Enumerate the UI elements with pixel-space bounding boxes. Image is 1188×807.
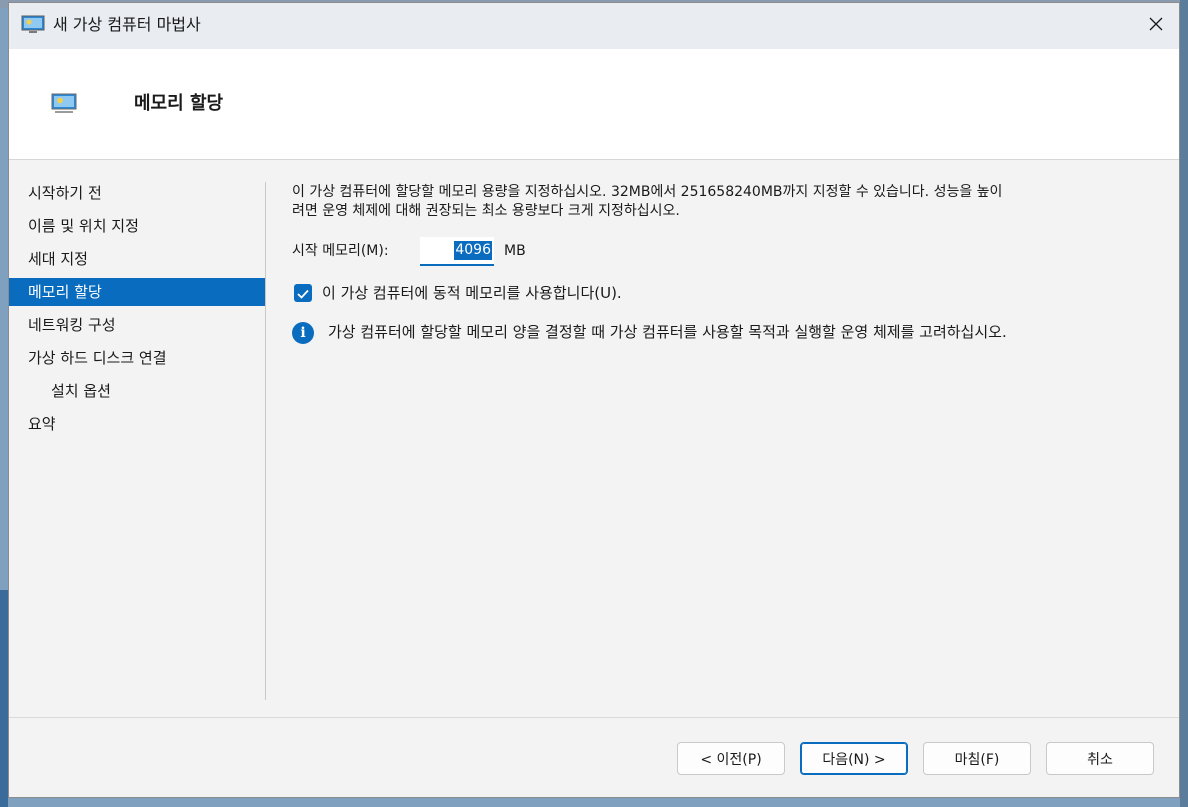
close-button[interactable] (1133, 3, 1179, 49)
footer-divider (9, 717, 1179, 718)
desktop-background-left (0, 590, 8, 807)
title-bar[interactable]: 새 가상 컴퓨터 마법사 (9, 3, 1179, 49)
finish-button[interactable]: 마침(F) (923, 742, 1031, 775)
sidebar-item-before-you-begin[interactable]: 시작하기 전 (9, 179, 265, 207)
memory-description: 이 가상 컴퓨터에 할당할 메모리 용량을 지정하십시오. 32MB에서 251… (292, 183, 1162, 221)
sidebar-item-summary[interactable]: 요약 (9, 410, 265, 438)
wizard-window: 새 가상 컴퓨터 마법사 메모리 할당 시작하기 전 이름 및 위치 지정 세대… (8, 2, 1180, 798)
previous-button[interactable]: < 이전(P) (677, 742, 785, 775)
sidebar-divider (265, 182, 266, 700)
page-header: 메모리 할당 (9, 49, 1179, 160)
startup-memory-label: 시작 메모리(M): (292, 243, 389, 259)
sidebar-item-virtual-disk[interactable]: 가상 하드 디스크 연결 (9, 344, 265, 372)
description-line-1: 이 가상 컴퓨터에 할당할 메모리 용량을 지정하십시오. 32MB에서 251… (292, 184, 1003, 200)
description-line-2: 려면 운영 체제에 대해 권장되는 최소 용량보다 크게 지정하십시오. (292, 203, 680, 219)
startup-memory-unit: MB (504, 243, 526, 259)
sidebar-item-memory[interactable]: 메모리 할당 (9, 278, 265, 306)
close-icon (1148, 16, 1164, 36)
startup-memory-value: 4096 (454, 241, 492, 260)
sidebar-item-networking[interactable]: 네트워킹 구성 (9, 311, 265, 339)
page-title: 메모리 할당 (134, 93, 224, 114)
sidebar-item-name-location[interactable]: 이름 및 위치 지정 (9, 212, 265, 240)
wizard-steps-sidebar: 시작하기 전 이름 및 위치 지정 세대 지정 메모리 할당 네트워킹 구성 가… (9, 160, 266, 717)
cancel-button[interactable]: 취소 (1046, 742, 1154, 775)
desktop-background-right (1180, 0, 1188, 807)
hyper-v-monitor-icon (21, 15, 45, 35)
hyper-v-monitor-icon (51, 93, 77, 115)
next-button[interactable]: 다음(N) > (800, 742, 908, 775)
checkmark-icon (297, 284, 309, 303)
startup-memory-input[interactable]: 4096 (420, 237, 494, 266)
info-icon: i (292, 322, 314, 344)
memory-info-text: 가상 컴퓨터에 할당할 메모리 양을 결정할 때 가상 컴퓨터를 사용할 목적과… (328, 323, 1007, 341)
window-title: 새 가상 컴퓨터 마법사 (53, 15, 201, 34)
dynamic-memory-checkbox[interactable] (294, 284, 312, 302)
dynamic-memory-label[interactable]: 이 가상 컴퓨터에 동적 메모리를 사용합니다(U). (322, 282, 622, 304)
sidebar-item-install-options[interactable]: 설치 옵션 (9, 377, 265, 405)
sidebar-item-generation[interactable]: 세대 지정 (9, 245, 265, 273)
